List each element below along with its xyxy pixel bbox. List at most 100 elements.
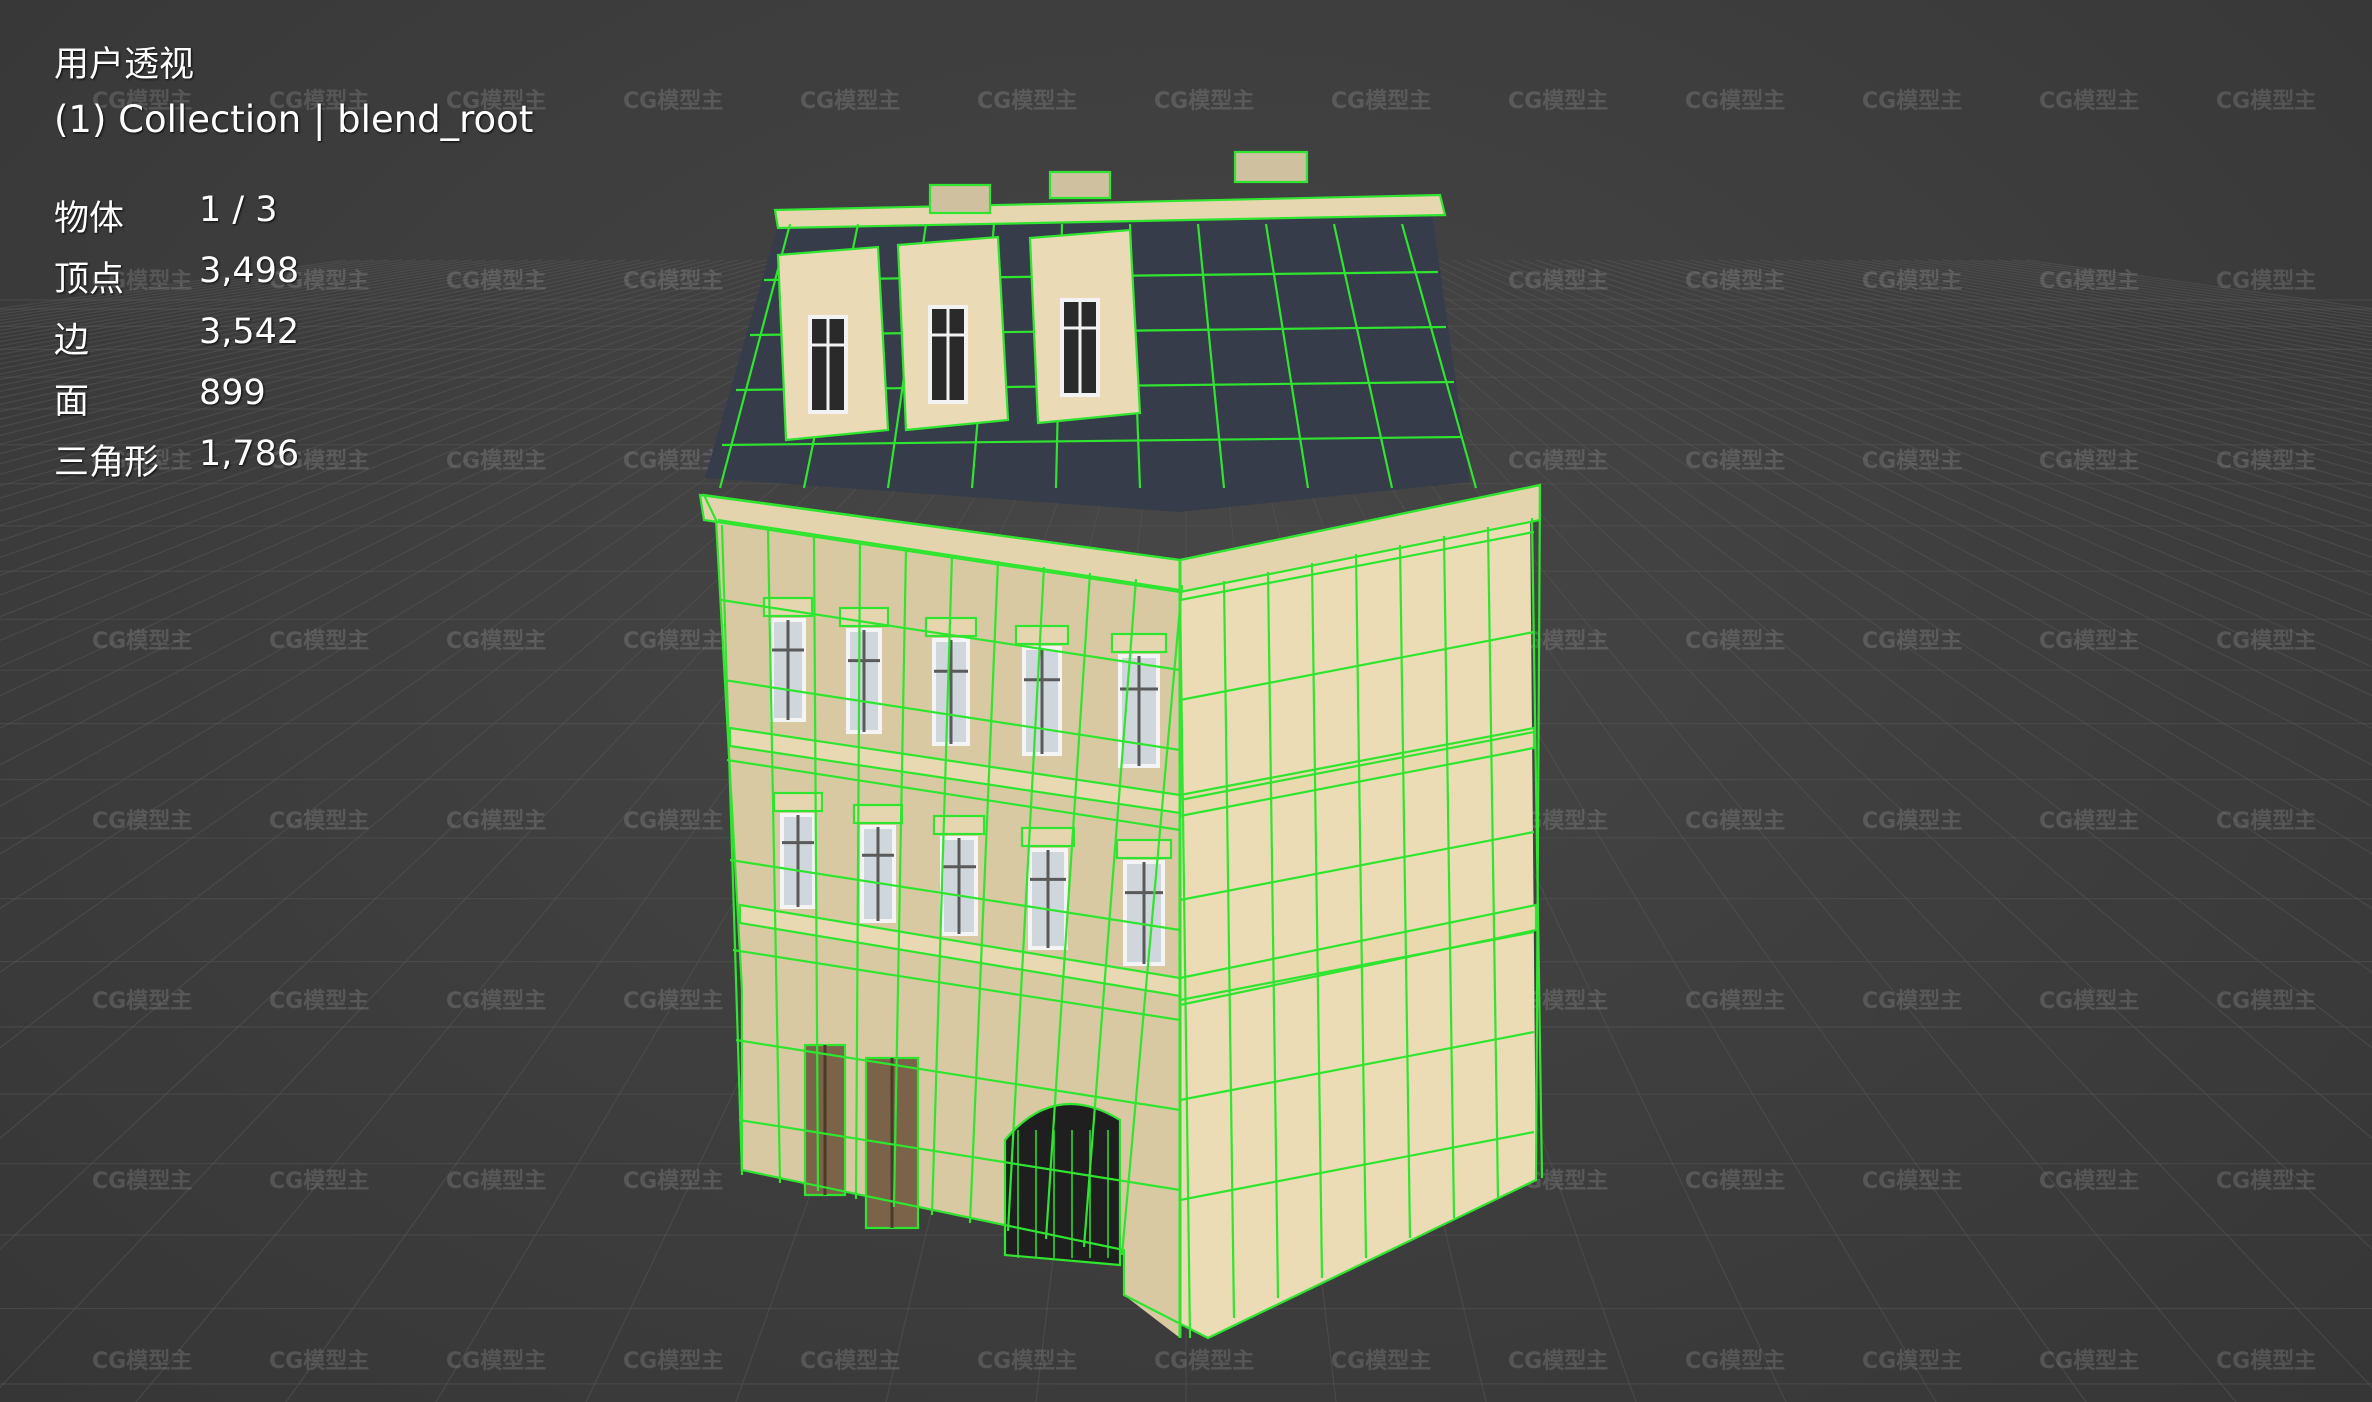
watermark-text: CG模型主 <box>269 1169 369 1194</box>
watermark-text: CG模型主 <box>623 269 723 294</box>
window-pediment <box>852 803 904 825</box>
archway <box>1003 1102 1122 1267</box>
watermark-text: CG模型主 <box>1508 449 1608 474</box>
stat-objects-label: 物体 <box>54 199 125 239</box>
watermark-text: CG模型主 <box>1862 269 1962 294</box>
watermark-text: CG模型主 <box>1331 1349 1431 1374</box>
window-lower <box>852 803 904 923</box>
window-pediment <box>932 814 986 836</box>
watermark-text: CG模型主 <box>1508 269 1608 294</box>
watermark-text: CG模型主 <box>446 1169 546 1194</box>
view-name-label: 用户透视 <box>54 45 195 85</box>
watermark-text: CG模型主 <box>446 989 546 1014</box>
dormer <box>776 245 890 442</box>
watermark-text: CG模型主 <box>1862 1349 1962 1374</box>
watermark-text: CG模型主 <box>446 449 546 474</box>
watermark-text: CG模型主 <box>2216 989 2316 1014</box>
stat-edges-label: 边 <box>54 321 90 361</box>
watermark-text: CG模型主 <box>2216 1349 2316 1374</box>
watermark-text: CG模型主 <box>446 809 546 834</box>
watermark-text: CG模型主 <box>1685 1169 1785 1194</box>
chimney <box>1048 170 1112 200</box>
watermark-text: CG模型主 <box>92 809 192 834</box>
window-upper <box>838 606 890 734</box>
stat-triangles-value: 1,786 <box>199 434 300 474</box>
chimney <box>928 183 992 215</box>
watermark-text: CG模型主 <box>2216 629 2316 654</box>
watermark-text: CG模型主 <box>800 89 900 114</box>
watermark-text: CG模型主 <box>2039 629 2139 654</box>
watermark-text: CG模型主 <box>1862 89 1962 114</box>
watermark-text: CG模型主 <box>1862 629 1962 654</box>
window-pediment <box>1014 624 1070 646</box>
window-pediment <box>1110 632 1168 654</box>
stat-objects-value: 1 / 3 <box>199 190 278 230</box>
watermark-text: CG模型主 <box>2216 449 2316 474</box>
watermark-text: CG模型主 <box>1331 89 1431 114</box>
collection-label: (1) Collection | blend_root <box>54 98 534 141</box>
window-pediment <box>1115 838 1173 860</box>
dormer <box>1028 228 1142 425</box>
watermark-text: CG模型主 <box>1685 269 1785 294</box>
watermark-text: CG模型主 <box>2039 269 2139 294</box>
watermark-text: CG模型主 <box>1508 89 1608 114</box>
watermark-text: CG模型主 <box>1685 989 1785 1014</box>
watermark-text: CG模型主 <box>2039 89 2139 114</box>
stat-faces-value: 899 <box>199 373 266 413</box>
watermark-text: CG模型主 <box>2216 1169 2316 1194</box>
watermark-text: CG模型主 <box>92 989 192 1014</box>
watermark-text: CG模型主 <box>1154 1349 1254 1374</box>
dormer <box>896 235 1010 432</box>
watermark-text: CG模型主 <box>623 809 723 834</box>
watermark-text: CG模型主 <box>623 989 723 1014</box>
watermark-text: CG模型主 <box>1685 1349 1785 1374</box>
watermark-text: CG模型主 <box>800 1349 900 1374</box>
watermark-text: CG模型主 <box>269 989 369 1014</box>
watermark-text: CG模型主 <box>92 1169 192 1194</box>
watermark-text: CG模型主 <box>2039 449 2139 474</box>
viewport-scene[interactable]: CG模型主 CG模型主 CG模型主 CG模型主 CG模型主 CG模型主 CG模型主 CG模型主… <box>0 0 2372 1402</box>
watermark-text: CG模型主 <box>977 89 1077 114</box>
watermark-text: CG模型主 <box>1685 89 1785 114</box>
watermark-text: CG模型主 <box>269 809 369 834</box>
grid-line <box>0 259 487 343</box>
stat-triangles-label: 三角形 <box>54 443 160 483</box>
stat-vertices-label: 顶点 <box>54 260 125 300</box>
watermark-text: CG模型主 <box>2216 269 2316 294</box>
watermark-text: CG模型主 <box>2216 809 2316 834</box>
watermark-text: CG模型主 <box>92 629 192 654</box>
chimney <box>1233 150 1309 184</box>
watermark-text: CG模型主 <box>1862 1169 1962 1194</box>
watermark-text: CG模型主 <box>623 629 723 654</box>
watermark-text: CG模型主 <box>1862 809 1962 834</box>
watermark-text: CG模型主 <box>1862 989 1962 1014</box>
watermark-text: CG模型主 <box>1862 449 1962 474</box>
grid-line <box>0 259 459 335</box>
watermark-text: CG模型主 <box>2039 989 2139 1014</box>
watermark-text: CG模型主 <box>623 1169 723 1194</box>
watermark-text: CG模型主 <box>1685 809 1785 834</box>
grid-line <box>0 259 501 347</box>
stat-edges-value: 3,542 <box>199 312 300 352</box>
watermark-text: CG模型主 <box>446 269 546 294</box>
watermark-text: CG模型主 <box>269 1349 369 1374</box>
watermark-text: CG模型主 <box>1685 629 1785 654</box>
stat-faces-label: 面 <box>54 382 90 422</box>
watermark-text: CG模型主 <box>1685 449 1785 474</box>
watermark-text: CG模型主 <box>1508 1349 1608 1374</box>
watermark-text: CG模型主 <box>1154 89 1254 114</box>
watermark-text: CG模型主 <box>269 629 369 654</box>
watermark-text: CG模型主 <box>2039 809 2139 834</box>
watermark-text: CG模型主 <box>2039 1169 2139 1194</box>
3d-viewport[interactable]: CG模型主 CG模型主 CG模型主 CG模型主 CG模型主 CG模型主 CG模型主 CG模型主… <box>0 0 2372 1402</box>
watermark-text: CG模型主 <box>2216 89 2316 114</box>
watermark-text: CG模型主 <box>446 629 546 654</box>
stat-vertices-value: 3,498 <box>199 251 300 291</box>
watermark-text: CG模型主 <box>623 1349 723 1374</box>
watermark-text: CG模型主 <box>446 1349 546 1374</box>
watermark-text: CG模型主 <box>2039 1349 2139 1374</box>
building-model[interactable] <box>698 150 1544 1340</box>
grid-line <box>0 259 473 339</box>
watermark-text: CG模型主 <box>92 1349 192 1374</box>
watermark-text: CG模型主 <box>977 1349 1077 1374</box>
